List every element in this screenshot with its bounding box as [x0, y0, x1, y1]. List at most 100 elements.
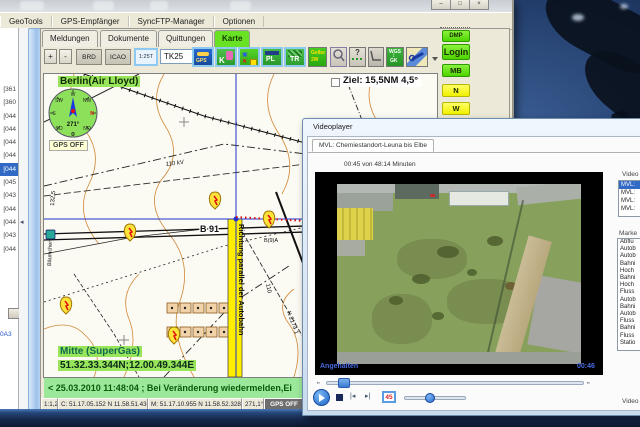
seek-back-marks[interactable]: ▪▪	[317, 380, 320, 385]
video-display[interactable]: Angehalten 00:46	[315, 172, 603, 375]
video-list-item[interactable]: MVL:	[619, 189, 640, 197]
pl-tool-button[interactable]: PL	[261, 47, 283, 67]
minimize-button[interactable]: –	[431, 0, 451, 10]
compass-dir: NW	[83, 98, 92, 104]
marker-list[interactable]: Abflu Autob Autob Bahni Hoch Bahni Hoch …	[617, 238, 640, 351]
seek-thumb[interactable]	[338, 378, 350, 388]
list-item-selected[interactable]: [044	[0, 163, 18, 176]
gps-tool-button[interactable]: GPS	[192, 47, 214, 67]
karte-tool-button[interactable]: K	[215, 47, 237, 67]
list-item[interactable]: [044	[0, 123, 18, 136]
list-item[interactable]: [044	[0, 149, 18, 162]
tr-icon-label: TR	[290, 56, 299, 63]
marker-item[interactable]: Bahni	[618, 261, 640, 268]
marker-item[interactable]: Autob	[618, 311, 640, 318]
marker-item[interactable]: Bahni	[618, 325, 640, 332]
collapse-arrow-icon[interactable]: ◂	[20, 218, 24, 226]
tab-karte[interactable]: Karte	[214, 30, 250, 47]
poi-icon	[46, 230, 55, 239]
marker-item[interactable]: Abflu	[618, 239, 640, 246]
mb-button[interactable]: MB	[442, 64, 470, 77]
scene-road-topright	[516, 184, 581, 205]
marker-item[interactable]: Fluss	[618, 289, 640, 296]
screen: – □ × GeoTools GPS-Empfänger SyncFTP-Man…	[0, 0, 640, 427]
seek-slider[interactable]	[326, 381, 584, 385]
green-dashes-icon	[352, 58, 363, 60]
list-item[interactable]: [043	[0, 189, 18, 202]
marker-item[interactable]: Fluss	[618, 318, 640, 325]
list-item[interactable]: [360	[0, 96, 18, 109]
brd-map-button[interactable]: BRD	[76, 49, 102, 65]
stop-button[interactable]	[336, 394, 343, 401]
panel-splitter[interactable]: ◂	[19, 28, 28, 410]
volume-slider[interactable]	[404, 396, 466, 400]
list-item[interactable]: [044	[0, 203, 18, 216]
icao-map-button[interactable]: ICAO	[105, 49, 131, 65]
close-button[interactable]: ×	[469, 0, 489, 10]
playback-status: Angehalten	[320, 363, 358, 370]
list-item[interactable]: [044	[0, 136, 18, 149]
menu-syncftp-manager[interactable]: SyncFTP-Manager	[129, 16, 214, 27]
video-list-item[interactable]: MVL:	[619, 197, 640, 205]
marker-item[interactable]: Autob	[618, 253, 640, 260]
compass-heading: 271°	[67, 122, 80, 128]
titlebar-reflection	[20, 1, 44, 10]
video-frame-aerial-view	[337, 184, 581, 364]
video-tab[interactable]: MVL: Chemiestandort-Leuna bis Elbe	[312, 139, 434, 152]
play-button[interactable]	[313, 389, 330, 406]
ziel-checkbox[interactable]	[331, 78, 340, 87]
maximize-button[interactable]: □	[450, 0, 470, 10]
compass-dir-north: N	[90, 111, 94, 117]
gelbe-tool-button[interactable]: Gelbe 2W	[308, 47, 327, 67]
list-item[interactable]: [043	[0, 229, 18, 242]
menu-geotools[interactable]: GeoTools	[0, 16, 52, 27]
menu-optionen[interactable]: Optionen	[214, 16, 264, 27]
magnifier-button[interactable]	[330, 47, 347, 67]
previous-button[interactable]: |◂	[350, 392, 355, 400]
marker-item[interactable]: Hoch	[618, 282, 640, 289]
tab-quittungen[interactable]: Quittungen	[158, 30, 213, 47]
chevron-down-icon	[432, 57, 438, 61]
help-tool-button[interactable]: ?	[349, 47, 366, 67]
marker-item[interactable]: Bahni	[618, 275, 640, 282]
zoom-in-button[interactable]: +	[44, 49, 57, 64]
list-item[interactable]: [044	[0, 243, 18, 256]
wgs-gk-button[interactable]: WGS ↕ GK	[386, 47, 404, 67]
marker-item[interactable]: Autob	[618, 297, 640, 304]
video-list-item-selected[interactable]: MVL:	[619, 181, 640, 189]
tr-tool-button[interactable]: TR	[284, 47, 306, 67]
map-tools-button[interactable]	[406, 47, 428, 67]
scene-parking	[337, 240, 365, 256]
videos-list[interactable]: MVL: MVL: MVL: MVL:	[618, 180, 640, 217]
scene-white-building	[449, 191, 509, 206]
login-button[interactable]: Login	[442, 44, 470, 60]
marker-item[interactable]: Statio	[618, 340, 640, 347]
volume-thumb[interactable]	[425, 393, 435, 403]
station-name-label: Mitte (SuperGas)	[58, 346, 142, 357]
list-item[interactable]: [044	[0, 110, 18, 123]
list-item[interactable]: [361	[0, 83, 18, 96]
n-button[interactable]: N	[442, 84, 470, 97]
marker-item[interactable]: Fluss	[618, 333, 640, 340]
dmp-button[interactable]: DMP	[442, 30, 470, 42]
next-button[interactable]: ▸|	[365, 392, 370, 400]
gps-icon	[197, 52, 209, 56]
list-item[interactable]: [045	[0, 176, 18, 189]
seek-forward-marks[interactable]: ▪▪	[587, 380, 590, 385]
marker-item[interactable]: Autob	[618, 246, 640, 253]
marker-item[interactable]: Bahni	[618, 304, 640, 311]
zoom-out-button[interactable]: -	[59, 49, 72, 64]
marker-item[interactable]: Hoch	[618, 268, 640, 275]
video-list-item[interactable]: MVL:	[619, 205, 640, 213]
current-time: 00:46	[577, 363, 595, 370]
speed-button[interactable]: 45	[382, 391, 396, 403]
scale-toggle-button[interactable]: 1:25T	[134, 48, 158, 66]
angle-measure-button[interactable]	[368, 47, 384, 67]
list-item[interactable]: [044	[0, 216, 18, 229]
marker-tool-button[interactable]: ▣ ✕	[238, 47, 260, 67]
w-button[interactable]: W	[442, 102, 470, 115]
message-id-list[interactable]: [361 [360 [044 [044 [044 [044 [044 [045 …	[0, 28, 19, 410]
menu-gps-empfaenger[interactable]: GPS-Empfänger	[52, 16, 129, 27]
tab-dokumente[interactable]: Dokumente	[100, 30, 157, 47]
tab-meldungen[interactable]: Meldungen	[42, 30, 98, 47]
